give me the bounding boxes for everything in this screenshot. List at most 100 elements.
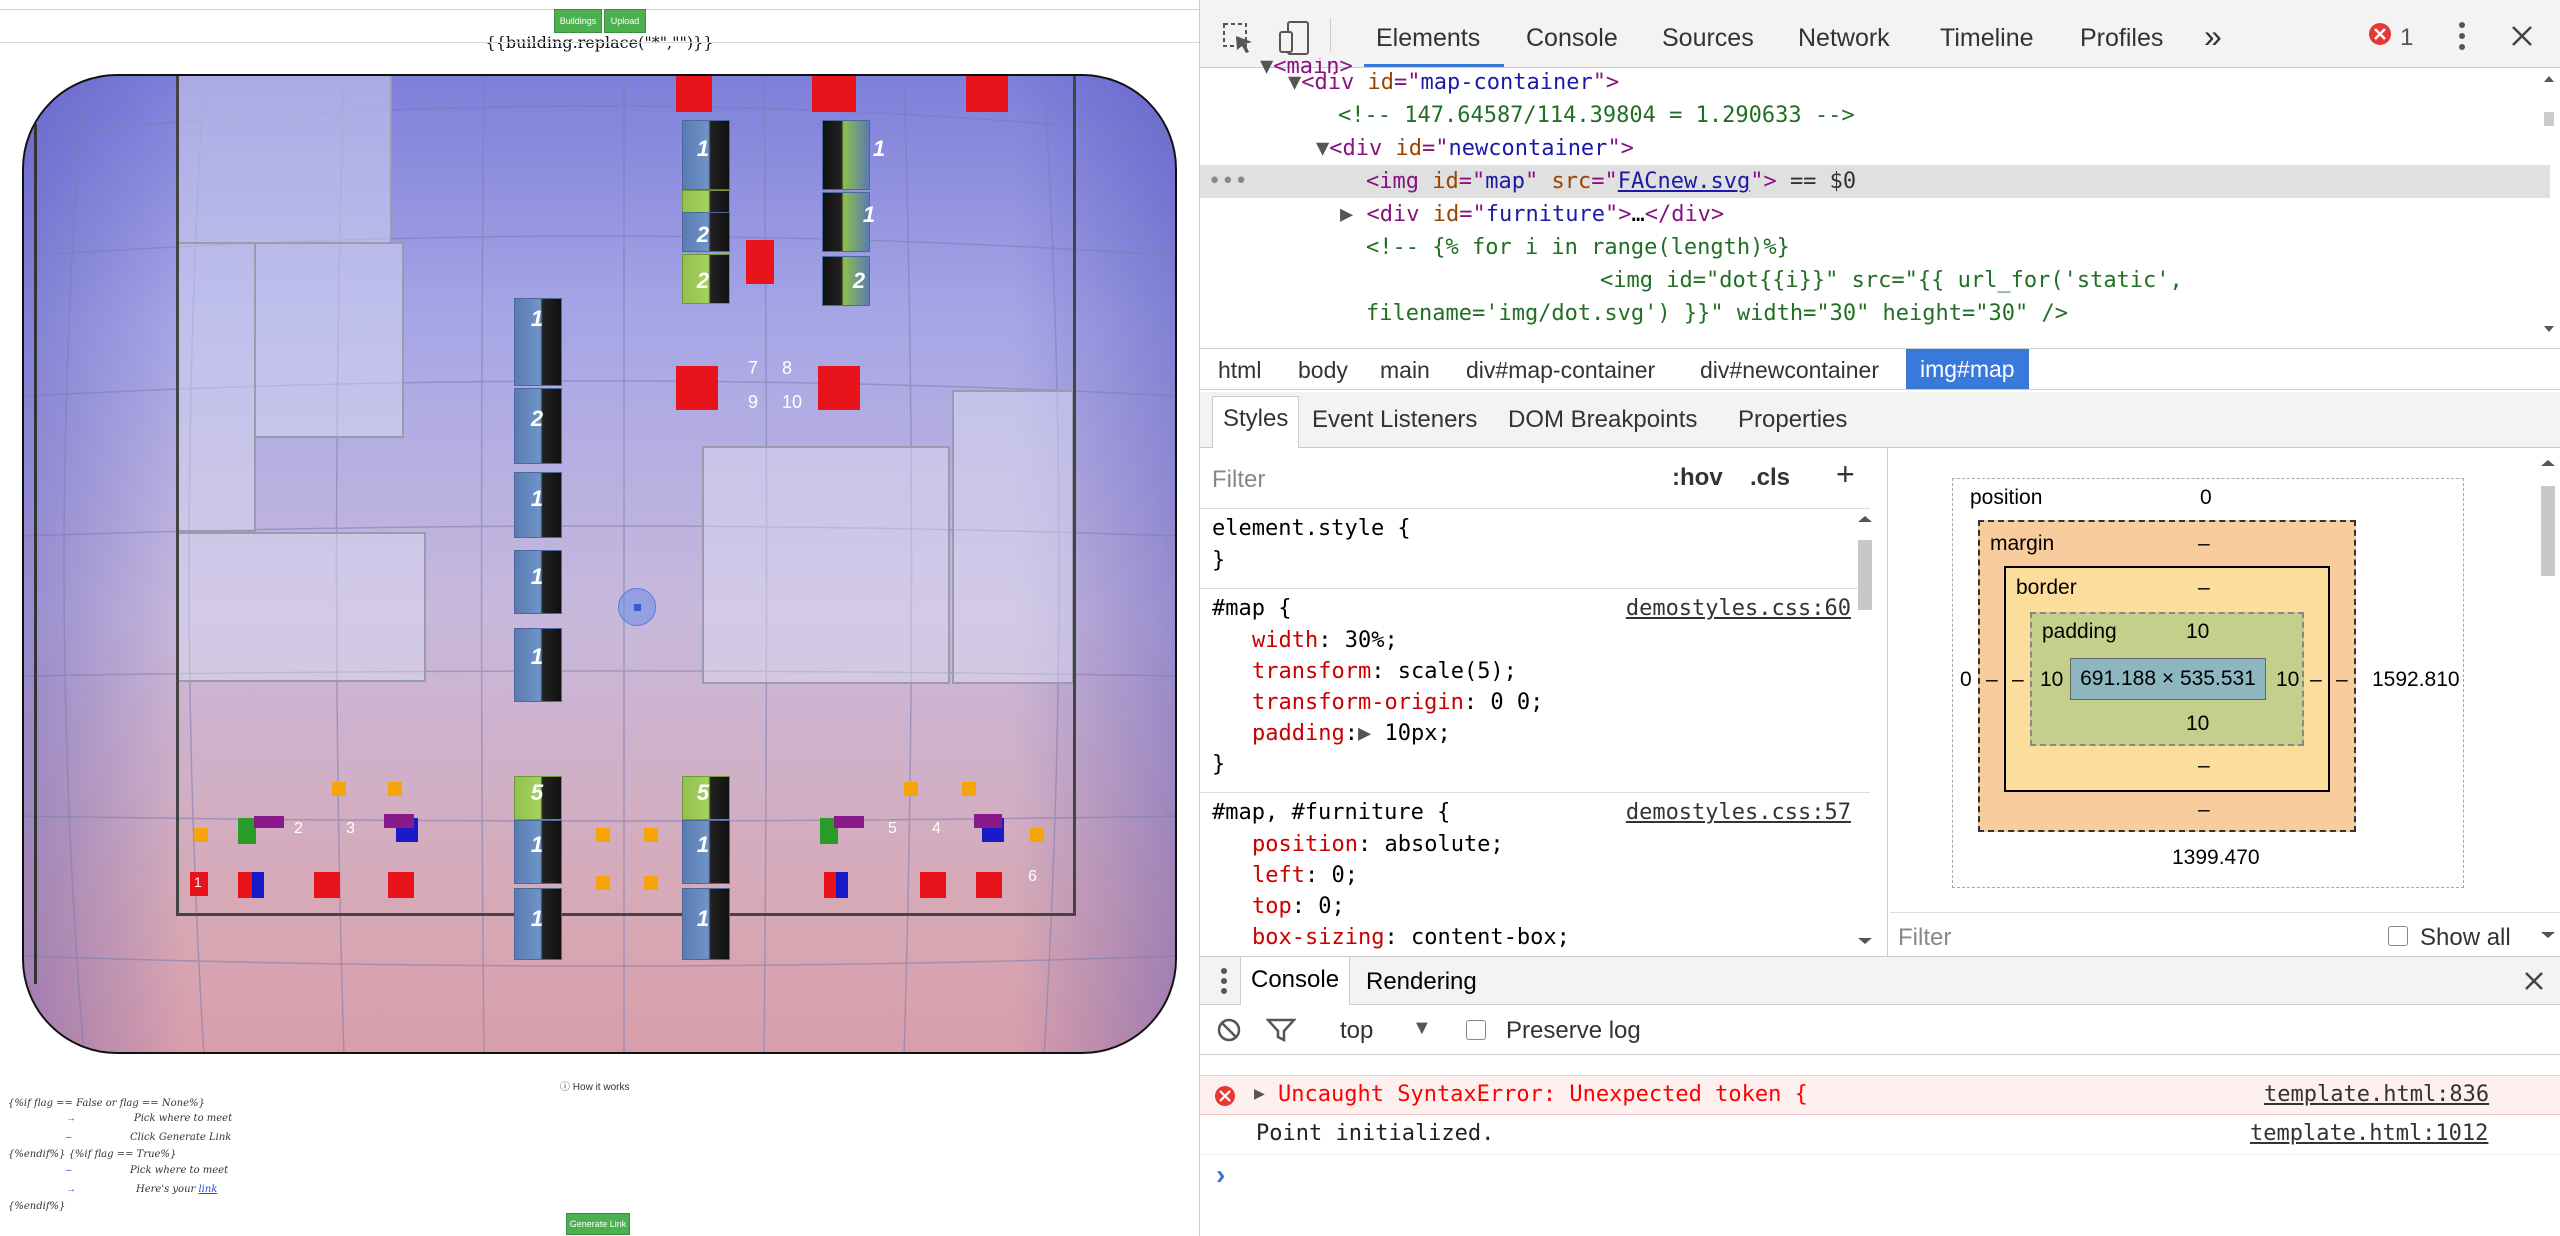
styles-filter-input[interactable]: Filter (1212, 466, 1265, 494)
arrow-icon: → (66, 1184, 76, 1195)
arrow-icon: – (66, 1165, 72, 1176)
tab-event-listeners[interactable]: Event Listeners (1312, 406, 1477, 434)
breadcrumb-item[interactable]: div#newcontainer (1700, 357, 1879, 384)
tab-profiles[interactable]: Profiles (2080, 24, 2163, 53)
desk[interactable] (822, 120, 870, 190)
generate-link-button[interactable]: Generate Link (566, 1213, 630, 1235)
element-style-selector[interactable]: element.style { (1212, 516, 1411, 541)
box-content[interactable]: 691.188 × 535.531 (2070, 658, 2266, 700)
error-badge-icon[interactable] (2368, 22, 2392, 46)
buildings-button[interactable]: Buildings (554, 9, 602, 33)
tab-console-drawer[interactable]: Console (1240, 957, 1351, 1005)
css-property[interactable]: padding:▶ 10px; (1252, 721, 1451, 746)
log-source-link[interactable]: template.html:1012 (2250, 1121, 2488, 1146)
clear-console-icon[interactable] (1216, 1017, 1242, 1043)
show-all-checkbox[interactable] (2388, 926, 2408, 946)
tab-sources[interactable]: Sources (1662, 24, 1754, 53)
instruction-step: Pick where to meet (134, 1113, 233, 1124)
scrollbar[interactable] (2538, 456, 2558, 946)
hov-toggle[interactable]: :hov (1672, 464, 1723, 492)
object (962, 782, 976, 796)
expand-icon[interactable]: ▶ (1254, 1083, 1265, 1104)
context-selector[interactable]: top (1340, 1017, 1373, 1045)
breadcrumb-item[interactable]: main (1380, 357, 1430, 384)
chair (238, 872, 252, 898)
location-dot[interactable] (618, 588, 656, 626)
chair (920, 872, 946, 898)
question-icon: ⓘ (560, 1082, 573, 1093)
breadcrumb-item[interactable]: body (1298, 357, 1348, 384)
source-link[interactable]: demostyles.css:60 (1626, 596, 1851, 621)
css-property[interactable]: transform: scale(5); (1252, 659, 1517, 684)
upload-button[interactable]: Upload (604, 9, 646, 33)
css-property[interactable]: position: absolute; (1252, 832, 1504, 857)
more-tabs-icon[interactable]: » (2204, 18, 2222, 55)
dom-comment[interactable]: filename='img/dot.svg') }}" width="30" h… (1366, 297, 2560, 330)
css-property[interactable]: transform-origin: 0 0; (1252, 690, 1543, 715)
dropdown-arrow-icon[interactable]: ▼ (1412, 1017, 1432, 1040)
source-link[interactable]: demostyles.css:57 (1626, 800, 1851, 825)
how-it-works-link[interactable]: ⓘ How it works (560, 1078, 629, 1093)
preserve-log-checkbox[interactable] (1466, 1020, 1486, 1040)
dom-comment[interactable]: <img id="dot{{i}}" src="{{ url_for('stat… (1600, 264, 2560, 297)
console-log[interactable]: Point initialized. template.html:1012 (1200, 1115, 2560, 1155)
close-icon[interactable] (2510, 24, 2534, 48)
position-right: 1592.810 (2372, 668, 2460, 691)
console-error[interactable]: ▶ Uncaught SyntaxError: Unexpected token… (1200, 1075, 2560, 1115)
furniture-rule-selector[interactable]: #map, #furniture { (1212, 800, 1450, 825)
dom-node[interactable]: ▼<div id="newcontainer"> (1316, 132, 2560, 165)
console-prompt[interactable]: › (1216, 1159, 1225, 1191)
tab-dom-breakpoints[interactable]: DOM Breakpoints (1508, 406, 1697, 434)
css-property[interactable]: box-sizing: content-box; (1252, 925, 1570, 950)
scrollbar[interactable] (2542, 72, 2556, 342)
chair (818, 366, 860, 410)
floor-map[interactable]: 1 2 1 1 1 1 2 2 1 1 2 7 8 9 10 5 1 1 5 1… (22, 74, 1177, 1054)
tab-properties[interactable]: Properties (1738, 406, 1847, 434)
tab-elements[interactable]: Elements (1376, 24, 1480, 53)
kebab-menu-icon[interactable] (2456, 20, 2468, 52)
breadcrumb-item[interactable]: div#map-container (1466, 357, 1655, 384)
instruction-step: Here's your link (136, 1184, 217, 1195)
tab-network[interactable]: Network (1798, 24, 1890, 53)
error-source-link[interactable]: template.html:836 (2264, 1082, 2489, 1107)
computed-filter-input[interactable]: Filter (1898, 924, 1951, 952)
template-text: {%endif%} (8, 1201, 66, 1212)
share-link[interactable]: link (198, 1184, 217, 1195)
map-rule-selector[interactable]: #map { (1212, 596, 1291, 621)
instruction-step: Click Generate Link (130, 1132, 232, 1143)
chair (812, 76, 856, 112)
dom-node[interactable]: ▼<div id="map-container"> (1288, 66, 2560, 99)
room-number: 8 (782, 358, 793, 378)
padding-left: 10 (2040, 668, 2064, 691)
add-rule-icon[interactable]: + (1836, 456, 1855, 493)
css-property[interactable]: width: 30%; (1252, 628, 1398, 653)
scrollbar[interactable] (1854, 512, 1876, 952)
tab-styles[interactable]: Styles (1212, 396, 1300, 448)
template-text: {%if flag == False or flag == None%} (8, 1098, 205, 1109)
tab-console[interactable]: Console (1526, 24, 1618, 53)
dom-node-selected[interactable]: ••• <img id="map" src="FACnew.svg"> == $0 (1200, 165, 2550, 198)
dom-node[interactable]: ▶ <div id="furniture">…</div> (1340, 198, 2560, 231)
close-drawer-icon[interactable] (2524, 971, 2544, 991)
desk-number: 2 (852, 268, 866, 293)
device-toolbar-icon[interactable] (1278, 20, 1312, 56)
drawer-menu-icon[interactable] (1220, 967, 1228, 995)
dom-comment[interactable]: <!-- 147.64587/114.39804 = 1.290633 --> (1338, 99, 2560, 132)
tab-rendering[interactable]: Rendering (1366, 968, 1477, 996)
object (596, 876, 610, 890)
drawer-tabs: Console Rendering (1200, 957, 2560, 1005)
css-property[interactable]: top: 0; (1252, 894, 1345, 919)
cls-toggle[interactable]: .cls (1750, 464, 1790, 492)
divider (1890, 912, 2560, 913)
desk-number: 1 (530, 564, 544, 589)
filter-icon[interactable] (1266, 1017, 1296, 1043)
room-number: 10 (782, 392, 803, 412)
divider (1200, 588, 1870, 589)
inspect-icon[interactable] (1222, 22, 1254, 54)
object (644, 876, 658, 890)
breadcrumb-item[interactable]: html (1218, 357, 1261, 384)
tab-timeline[interactable]: Timeline (1940, 24, 2034, 53)
css-property[interactable]: left: 0; (1252, 863, 1358, 888)
breadcrumb-item-selected[interactable]: img#map (1906, 349, 2029, 389)
dom-comment[interactable]: <!-- {% for i in range(length)%} (1366, 231, 2560, 264)
